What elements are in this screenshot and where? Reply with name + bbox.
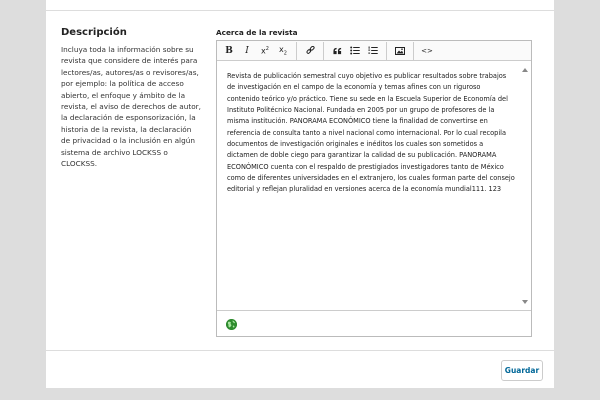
scroll-up-icon[interactable]: [522, 68, 528, 72]
footer-divider: [46, 350, 554, 351]
toolbar-separator: [386, 41, 387, 60]
bold-button[interactable]: B: [220, 43, 238, 59]
bullet-list-icon: [350, 46, 360, 55]
scroll-down-icon[interactable]: [522, 300, 528, 304]
toolbar-separator: [323, 41, 324, 60]
superscript-icon: x2: [261, 45, 269, 56]
link-button[interactable]: [301, 43, 319, 59]
subscript-icon: x2: [279, 44, 287, 57]
editor-scrollbar[interactable]: [518, 62, 531, 310]
subscript-button[interactable]: x2: [274, 43, 292, 59]
image-button[interactable]: [391, 43, 409, 59]
save-button[interactable]: Guardar: [501, 360, 543, 381]
section-title: Descripción: [61, 27, 127, 38]
numbered-list-button[interactable]: [364, 43, 382, 59]
image-icon: [395, 46, 405, 55]
top-divider: [46, 10, 554, 11]
editor-toolbar: B I x2 x2 <>: [217, 41, 531, 61]
code-icon: <>: [421, 46, 433, 55]
superscript-button[interactable]: x2: [256, 43, 274, 59]
rich-text-editor: B I x2 x2 <> Revista de publicación seme…: [216, 40, 532, 337]
globe-icon[interactable]: [226, 319, 237, 330]
settings-panel: Descripción Incluya toda la información …: [46, 0, 554, 388]
bullet-list-button[interactable]: [346, 43, 364, 59]
bold-icon: B: [225, 45, 233, 56]
toolbar-separator: [413, 41, 414, 60]
editor-content-text[interactable]: Revista de publicación semestral cuyo ob…: [227, 71, 515, 196]
italic-icon: I: [245, 45, 249, 56]
numbered-list-icon: [368, 46, 378, 54]
italic-button[interactable]: I: [238, 43, 256, 59]
editor-content-area[interactable]: Revista de publicación semestral cuyo ob…: [217, 62, 531, 310]
section-description: Incluya toda la información sobre su rev…: [61, 45, 201, 169]
source-code-button[interactable]: <>: [418, 43, 436, 59]
link-icon: [305, 46, 315, 54]
editor-status-bar: [217, 310, 531, 336]
toolbar-separator: [296, 41, 297, 60]
field-label: Acerca de la revista: [216, 28, 298, 37]
blockquote-button[interactable]: [328, 43, 346, 59]
blockquote-icon: [332, 47, 341, 54]
